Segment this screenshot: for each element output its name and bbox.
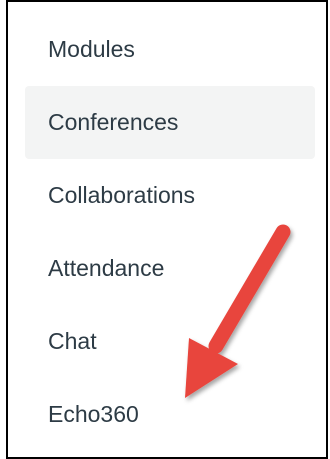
nav-item-label: Chat: [48, 328, 97, 354]
nav-item-label: Conferences: [48, 109, 179, 135]
nav-item-modules[interactable]: Modules: [25, 13, 315, 86]
course-navigation-menu: Modules Conferences Collaborations Atten…: [25, 13, 315, 451]
nav-item-collaborations[interactable]: Collaborations: [25, 159, 315, 232]
course-navigation-panel: Modules Conferences Collaborations Atten…: [6, 0, 328, 459]
nav-item-label: Modules: [48, 36, 135, 62]
nav-item-label: Collaborations: [48, 182, 196, 208]
nav-item-conferences[interactable]: Conferences: [25, 86, 315, 159]
nav-item-chat[interactable]: Chat: [25, 305, 315, 378]
nav-item-label: Attendance: [48, 255, 165, 281]
nav-item-attendance[interactable]: Attendance: [25, 232, 315, 305]
nav-item-echo360[interactable]: Echo360: [25, 378, 315, 451]
nav-item-label: Echo360: [48, 401, 139, 427]
